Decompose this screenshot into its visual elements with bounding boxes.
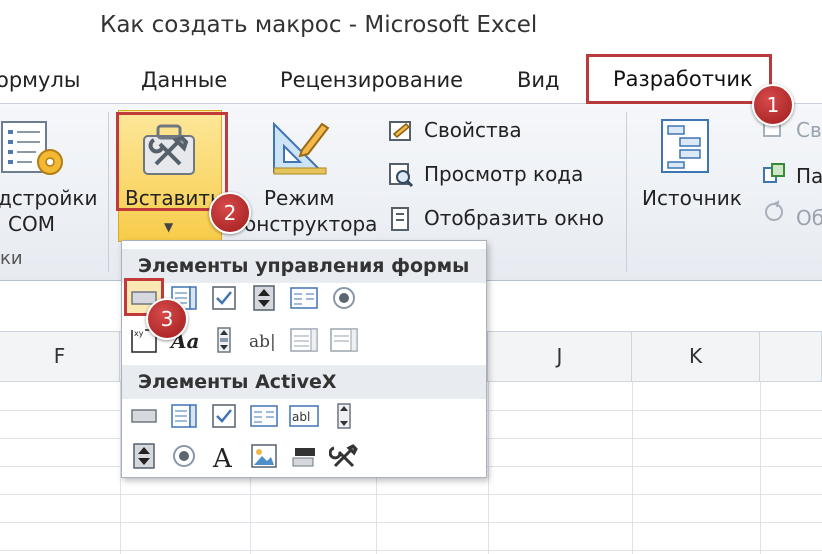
activex-combo-box-icon[interactable]	[169, 402, 199, 430]
map-properties-command[interactable]: Св	[796, 118, 822, 142]
show-window-command[interactable]: Отобразить окно	[424, 206, 604, 230]
activex-list-box-icon[interactable]	[249, 402, 279, 430]
tab-view[interactable]: Вид	[517, 68, 560, 92]
chevron-down-icon: ▼	[164, 220, 174, 234]
scroll-bar-icon[interactable]	[209, 326, 239, 354]
column-k-label: K	[688, 344, 703, 368]
more-controls-icon[interactable]	[329, 442, 359, 470]
activex-command-button-icon[interactable]	[129, 402, 159, 430]
column-j-label: J	[556, 344, 563, 368]
com-addins-label-2: COM	[8, 212, 55, 236]
step-badge-3: 3	[146, 298, 188, 340]
window-title: Как создать макрос - Microsoft Excel	[100, 12, 538, 38]
step-badge-1: 1	[752, 84, 794, 126]
form-controls-header-text: Элементы управления формы	[138, 255, 470, 277]
row-line	[0, 550, 822, 551]
source-label: Источник	[642, 186, 742, 210]
col-line	[488, 382, 489, 554]
activex-text-box-icon[interactable]: abl	[289, 402, 319, 430]
svg-text:xy: xy	[134, 329, 144, 338]
column-header-f[interactable]: F	[0, 332, 120, 382]
com-addins-icon[interactable]	[0, 118, 66, 182]
text-field-icon[interactable]: ab|	[249, 326, 279, 354]
tab-developer[interactable]: Разработчик	[586, 54, 772, 104]
expansion-packs-command[interactable]: Па	[796, 164, 822, 188]
spin-button-icon[interactable]	[249, 284, 279, 312]
option-button-icon[interactable]	[329, 284, 359, 312]
column-header-l[interactable]	[760, 332, 822, 382]
properties-command[interactable]: Свойства	[424, 118, 522, 142]
svg-text:ab|: ab|	[249, 332, 276, 352]
view-code-icon[interactable]	[388, 162, 414, 188]
expansion-packs-icon[interactable]	[762, 162, 786, 186]
row-line	[0, 522, 822, 523]
title-bar: Как создать макрос - Microsoft Excel	[0, 0, 822, 56]
show-window-icon[interactable]	[390, 206, 412, 232]
tab-review[interactable]: Рецензирование	[280, 68, 463, 92]
svg-text:A: A	[212, 444, 233, 470]
step-badge-2: 2	[209, 192, 251, 234]
svg-text:abl: abl	[292, 410, 310, 424]
group-separator	[626, 112, 627, 272]
view-code-command[interactable]: Просмотр кода	[424, 162, 583, 186]
col-line	[632, 382, 633, 554]
refresh-data-icon[interactable]	[762, 200, 786, 224]
checkbox-control-icon[interactable]	[209, 284, 239, 312]
activex-checkbox-icon[interactable]	[209, 402, 239, 430]
column-header-j[interactable]: J	[488, 332, 632, 382]
column-f-label: F	[53, 344, 66, 368]
tab-formulas[interactable]: ормулы	[0, 68, 80, 92]
activex-spin-button-icon[interactable]	[129, 442, 159, 470]
col-line	[760, 382, 761, 554]
activex-option-button-icon[interactable]	[169, 442, 199, 470]
design-mode-label-1: Режим	[264, 186, 335, 210]
activex-scroll-bar-icon[interactable]	[329, 402, 359, 430]
design-mode-label-2: онструктора	[244, 212, 378, 236]
com-addins-label-1: дстройки	[0, 186, 98, 210]
combo-list-edit-icon[interactable]	[289, 326, 319, 354]
addins-group-label: ки	[0, 248, 23, 269]
xml-source-icon[interactable]	[660, 118, 710, 174]
tab-developer-label: Разработчик	[613, 67, 753, 91]
activex-header: Элементы ActiveX	[122, 365, 486, 399]
form-controls-header: Элементы управления формы	[122, 249, 486, 283]
row-line	[0, 494, 822, 495]
insert-highlight	[116, 112, 228, 211]
properties-icon[interactable]	[388, 118, 414, 144]
column-header-k[interactable]: K	[632, 332, 760, 382]
list-box-icon[interactable]	[289, 284, 319, 312]
tab-data[interactable]: Данные	[141, 68, 227, 92]
design-mode-icon[interactable]	[268, 116, 332, 180]
activex-label-icon[interactable]: A	[209, 442, 239, 470]
activex-toggle-button-icon[interactable]	[289, 442, 319, 470]
activex-image-icon[interactable]	[249, 442, 279, 470]
refresh-data-command[interactable]: Об	[796, 206, 822, 230]
group-separator	[108, 112, 109, 272]
activex-header-text: Элементы ActiveX	[138, 371, 337, 393]
combo-drop-down-edit-icon[interactable]	[329, 326, 359, 354]
